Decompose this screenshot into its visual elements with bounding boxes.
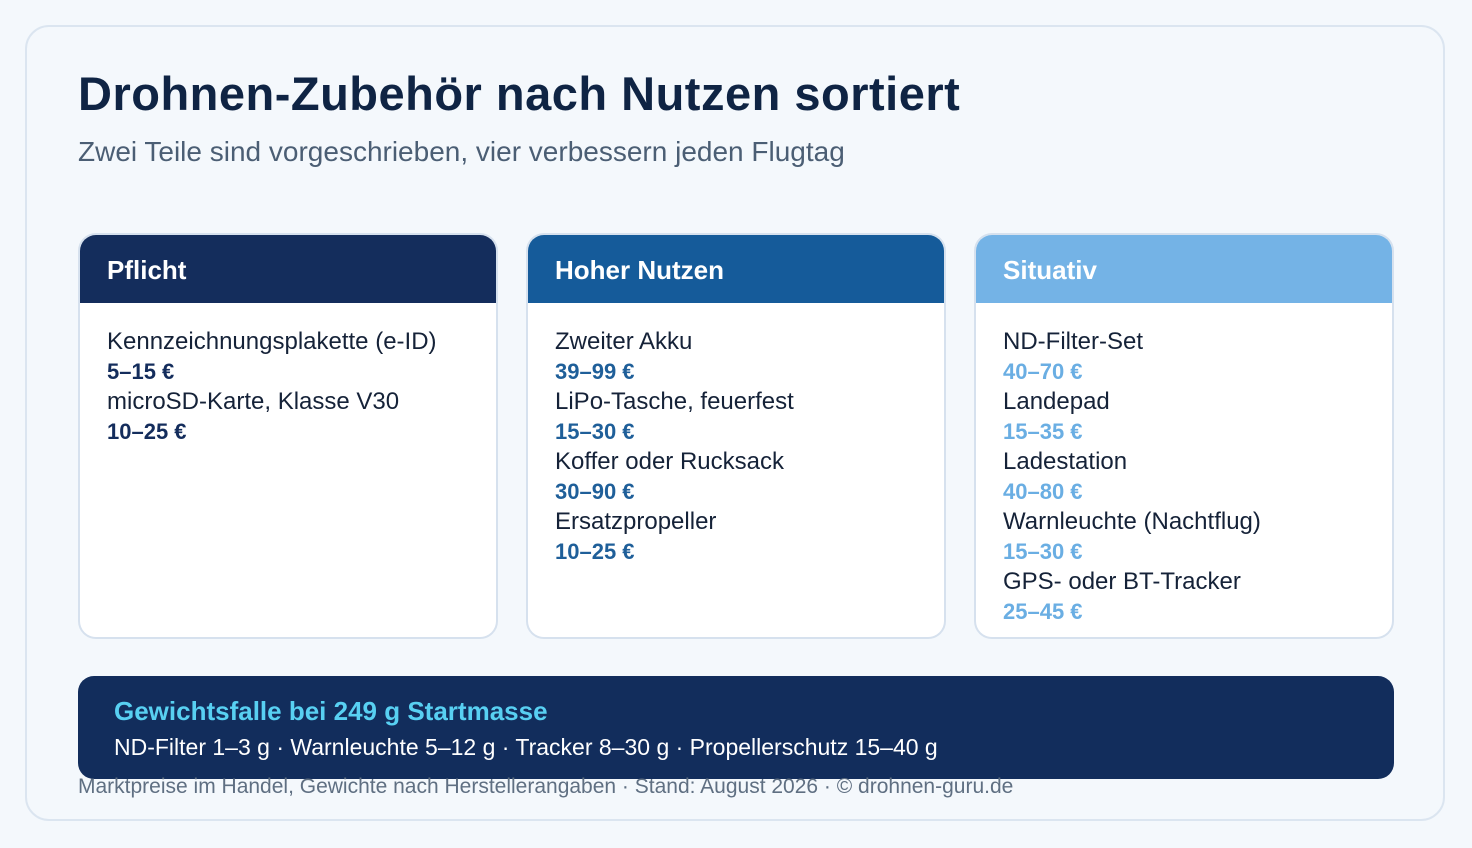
item-price: 10–25 €: [555, 539, 635, 564]
item-price: 30–90 €: [555, 479, 635, 504]
card-pflicht-title: Pflicht: [80, 235, 496, 303]
item-name: Koffer oder Rucksack: [555, 448, 784, 475]
item-price: 39–99 €: [555, 359, 635, 384]
item-price: 15–30 €: [555, 419, 635, 444]
item-name: ND-Filter-Set: [1003, 328, 1144, 355]
item-name: microSD-Karte, Klasse V30: [107, 388, 400, 415]
card-situativ-list: ND-Filter-Set 40–70 € Landepad 15–35 € L…: [976, 303, 1392, 627]
item-price: 40–80 €: [1003, 479, 1083, 504]
item-name: GPS- oder BT-Tracker: [1003, 568, 1241, 595]
item-price: 15–35 €: [1003, 419, 1083, 444]
item-price: 15–30 €: [1003, 539, 1083, 564]
page-title: Drohnen-Zubehör nach Nutzen sortiert: [78, 67, 961, 120]
card-hoher-nutzen: Hoher Nutzen Zweiter Akku 39–99 € LiPo-T…: [526, 233, 946, 639]
source-footer: Marktpreise im Handel, Gewichte nach Her…: [78, 775, 1014, 798]
card-hoher-nutzen-list: Zweiter Akku 39–99 € LiPo-Tasche, feuerf…: [528, 303, 944, 567]
item-name: Warnleuchte (Nachtflug): [1003, 508, 1261, 535]
card-pflicht: Pflicht Kennzeichnungsplakette (e-ID) 5–…: [78, 233, 498, 639]
item-name: Zweiter Akku: [555, 328, 693, 355]
weight-warning-banner: Gewichtsfalle bei 249 g Startmasse ND-Fi…: [78, 676, 1394, 779]
item-name: Landepad: [1003, 388, 1110, 415]
card-hoher-nutzen-title: Hoher Nutzen: [528, 235, 944, 303]
item-price: 40–70 €: [1003, 359, 1083, 384]
item-name: LiPo-Tasche, feuerfest: [555, 388, 794, 415]
item-price: 10–25 €: [107, 419, 187, 444]
item-name: Kennzeichnungsplakette (e-ID): [107, 328, 437, 355]
card-situativ: Situativ ND-Filter-Set 40–70 € Landepad …: [974, 233, 1394, 639]
item-name: Ersatzpropeller: [555, 508, 717, 535]
item-price: 25–45 €: [1003, 599, 1083, 624]
item-name: Ladestation: [1003, 448, 1128, 475]
card-pflicht-list: Kennzeichnungsplakette (e-ID) 5–15 € mic…: [80, 303, 496, 447]
item-price: 5–15 €: [107, 359, 175, 384]
banner-text: ND-Filter 1–3 g · Warnleuchte 5–12 g · T…: [114, 734, 938, 760]
card-situativ-title: Situativ: [976, 235, 1392, 303]
banner-title: Gewichtsfalle bei 249 g Startmasse: [114, 696, 548, 726]
page-subtitle: Zwei Teile sind vorgeschrieben, vier ver…: [78, 136, 845, 167]
